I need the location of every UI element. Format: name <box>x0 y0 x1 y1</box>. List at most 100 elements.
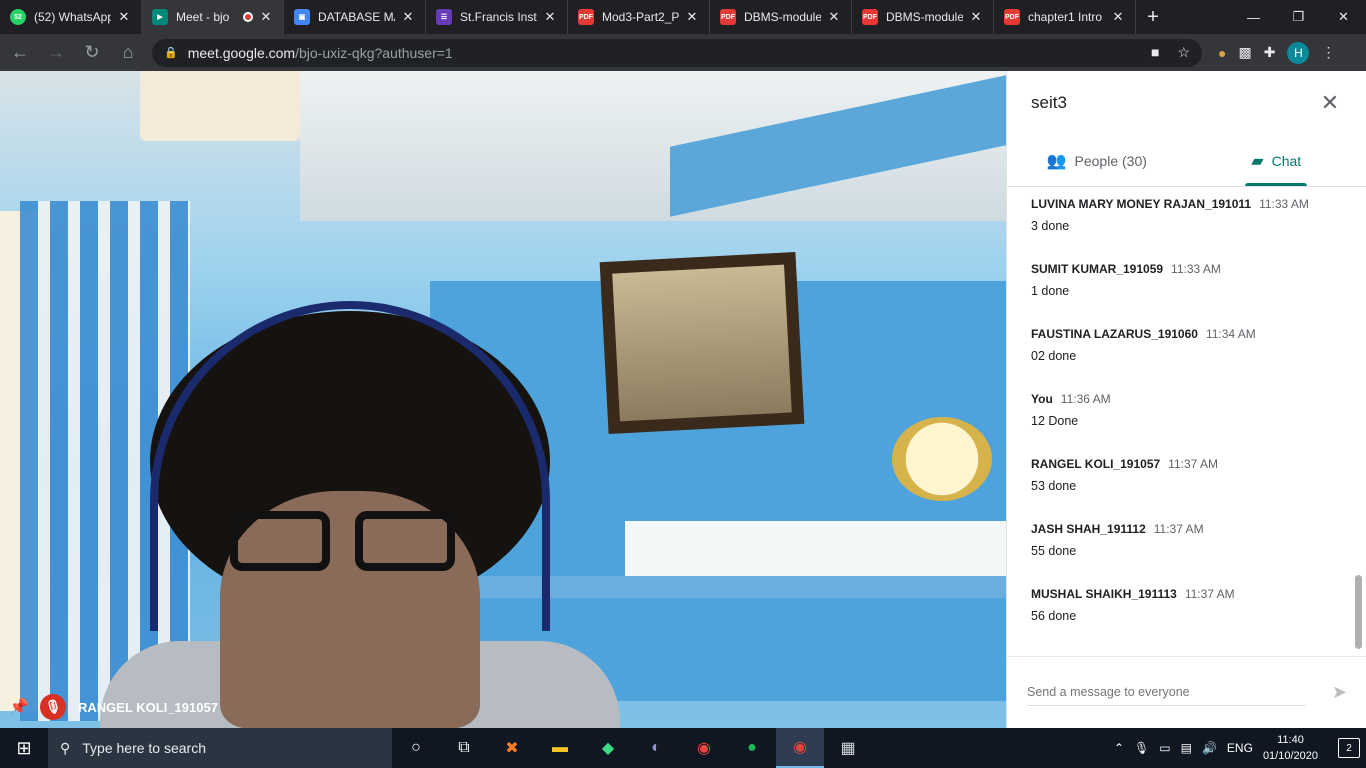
pdf-icon: PDF <box>720 9 736 25</box>
file-explorer-icon[interactable]: ▬ <box>536 728 584 768</box>
microphone-icon[interactable]: 🎙 <box>1134 741 1149 755</box>
address-bar[interactable]: 🔒 meet.google.com /bjo-uxiz-qkg?authuser… <box>152 38 1202 67</box>
tab-meet[interactable]: ▶ Meet - bjo ✕ <box>142 0 284 34</box>
back-icon[interactable]: ← <box>4 37 36 69</box>
menu-icon[interactable]: ⋮ <box>1321 44 1335 61</box>
calculator-icon[interactable]: ▦ <box>824 728 872 768</box>
close-window-icon[interactable]: ✕ <box>1321 0 1366 34</box>
chat-icon: ▰ <box>1251 152 1264 170</box>
close-tab-icon[interactable]: ✕ <box>1111 9 1125 25</box>
tab-title: DBMS-module <box>744 10 821 24</box>
participant-name: RANGEL KOLI_191057 <box>78 699 218 715</box>
tab-title: Mod3-Part2_P <box>602 10 679 24</box>
chat-scrollbar[interactable] <box>1355 575 1362 649</box>
bookmark-star-icon[interactable]: ☆ <box>1177 44 1190 61</box>
tab-chat[interactable]: ▰ Chat <box>1187 135 1366 186</box>
tab-pdf-dbms-2[interactable]: PDF DBMS-module ✕ <box>852 0 994 34</box>
forms-icon: ☰ <box>436 9 452 25</box>
tab-title: St.Francis Instit <box>460 10 537 24</box>
forward-icon[interactable]: → <box>40 37 72 69</box>
taskbar-search[interactable]: ⚲ Type here to search <box>48 728 392 768</box>
volume-icon[interactable]: 🔊 <box>1202 741 1217 755</box>
close-tab-icon[interactable]: ✕ <box>685 9 699 25</box>
message-text: 12 Done <box>1031 414 1079 428</box>
close-tab-icon[interactable]: ✕ <box>827 9 841 25</box>
tab-people-label: People (30) <box>1074 152 1147 169</box>
android-studio-icon[interactable]: ◆ <box>584 728 632 768</box>
tab-forms[interactable]: ☰ St.Francis Instit ✕ <box>426 0 568 34</box>
chat-message: MUSHAL SHAIKH_191113 11:37 AM 56 done <box>1031 585 1343 623</box>
camera-icon[interactable]: ■ <box>1151 44 1159 61</box>
close-tab-icon[interactable]: ✕ <box>401 9 415 25</box>
browser-toolbar: ← → ↻ ⌂ 🔒 meet.google.com /bjo-uxiz-qkg?… <box>0 34 1366 71</box>
photo-frame <box>599 251 805 435</box>
chrome-profile-icon[interactable]: ◉ <box>776 728 824 768</box>
tab-whatsapp[interactable]: 52 (52) WhatsApp ✕ <box>0 0 142 34</box>
close-tab-icon[interactable]: ✕ <box>259 9 273 25</box>
maximize-icon[interactable]: ❐ <box>1276 0 1321 34</box>
network-icon[interactable]: ▤ <box>1181 741 1192 755</box>
new-tab-button[interactable]: + <box>1136 0 1170 34</box>
send-icon[interactable]: ➤ <box>1332 682 1347 703</box>
tab-pdf-mod3[interactable]: PDF Mod3-Part2_P ✕ <box>568 0 710 34</box>
url-path: /bjo-uxiz-qkg?authuser=1 <box>295 44 453 61</box>
close-icon[interactable]: ✕ <box>1318 90 1342 116</box>
taskbar: ⊞ ⚲ Type here to search ○ ⧉ ✖ ▬ ◆ ◐ ◉ ● … <box>0 728 1366 768</box>
window-controls: — ❐ ✕ <box>1231 0 1366 34</box>
tab-pdf-dbms-1[interactable]: PDF DBMS-module ✕ <box>710 0 852 34</box>
tab-pdf-chapter1[interactable]: PDF chapter1 Intro ✕ <box>994 0 1136 34</box>
chevron-up-icon[interactable]: ⌃ <box>1114 741 1124 755</box>
tab-title: DBMS-module <box>886 10 963 24</box>
tab-people[interactable]: 👥 People (30) <box>1007 135 1187 186</box>
url-host: meet.google.com <box>187 44 296 61</box>
chat-message: SUMIT KUMAR_191059 11:33 AM 1 done <box>1031 260 1343 298</box>
message-time: 11:34 AM <box>1205 327 1256 341</box>
profile-avatar[interactable]: H <box>1287 41 1310 64</box>
panel-header: seit3 ✕ <box>1007 71 1366 135</box>
taskbar-clock[interactable]: 11:40 01/10/2020 <box>1263 732 1318 764</box>
close-tab-icon[interactable]: ✕ <box>969 9 983 25</box>
language-indicator[interactable]: ENG <box>1227 741 1253 755</box>
people-icon: 👥 <box>1046 152 1067 170</box>
chrome-icon[interactable]: ◉ <box>680 728 728 768</box>
battery-icon[interactable]: ▭ <box>1159 741 1170 755</box>
close-tab-icon[interactable]: ✕ <box>543 9 557 25</box>
message-time: 11:37 AM <box>1168 457 1218 471</box>
message-time: 11:37 AM <box>1184 587 1235 601</box>
search-icon: ⚲ <box>60 739 71 756</box>
tab-title: Meet - bjo <box>176 10 230 24</box>
message-text: 53 done <box>1031 479 1077 493</box>
meeting-title: seit3 <box>1031 93 1067 112</box>
reload-icon[interactable]: ↻ <box>76 37 108 69</box>
message-sender: You <box>1031 392 1053 406</box>
spotify-icon[interactable]: ● <box>728 728 776 768</box>
pdf-icon: PDF <box>578 9 594 25</box>
puzzle-icon[interactable]: ✚ <box>1264 44 1276 61</box>
chat-message: FAUSTINA LAZARUS_191060 11:34 AM 02 done <box>1031 325 1343 363</box>
windows-start-icon[interactable]: ⊞ <box>0 728 48 768</box>
cookie-icon[interactable]: ● <box>1218 45 1226 61</box>
pdf-icon: PDF <box>862 9 878 25</box>
message-sender: RANGEL KOLI_191057 <box>1031 457 1161 471</box>
chat-message: LUVINA MARY MONEY RAJAN_191011 11:33 AM 3… <box>1031 195 1343 233</box>
notification-icon[interactable]: 2 <box>1338 738 1360 758</box>
search-placeholder: Type here to search <box>82 740 207 756</box>
tab-classroom[interactable]: ▣ DATABASE MA ✕ <box>284 0 426 34</box>
extension-icon[interactable]: ▩ <box>1238 44 1251 61</box>
tab-title: DATABASE MA <box>318 10 395 24</box>
whatsapp-icon: 52 <box>10 9 26 25</box>
glasses <box>230 511 460 571</box>
chat-message: JASH SHAH_191112 11:37 AM 55 done <box>1031 520 1343 558</box>
xampp-icon[interactable]: ✖ <box>488 728 536 768</box>
chat-message-input[interactable] <box>1027 679 1306 706</box>
close-tab-icon[interactable]: ✕ <box>117 9 131 25</box>
system-tray: ⌃ 🎙 ▭ ▤ 🔊 ENG 11:40 01/10/2020 2 <box>1114 732 1366 764</box>
task-view-icon[interactable]: ⧉ <box>440 728 488 768</box>
pin-icon[interactable]: 📌 <box>9 696 29 718</box>
wall-clock <box>892 417 992 501</box>
message-text: 02 done <box>1031 349 1077 363</box>
cortana-icon[interactable]: ○ <box>392 728 440 768</box>
minimize-icon[interactable]: — <box>1231 0 1276 34</box>
home-icon[interactable]: ⌂ <box>112 37 144 69</box>
eclipse-icon[interactable]: ◐ <box>632 728 680 768</box>
